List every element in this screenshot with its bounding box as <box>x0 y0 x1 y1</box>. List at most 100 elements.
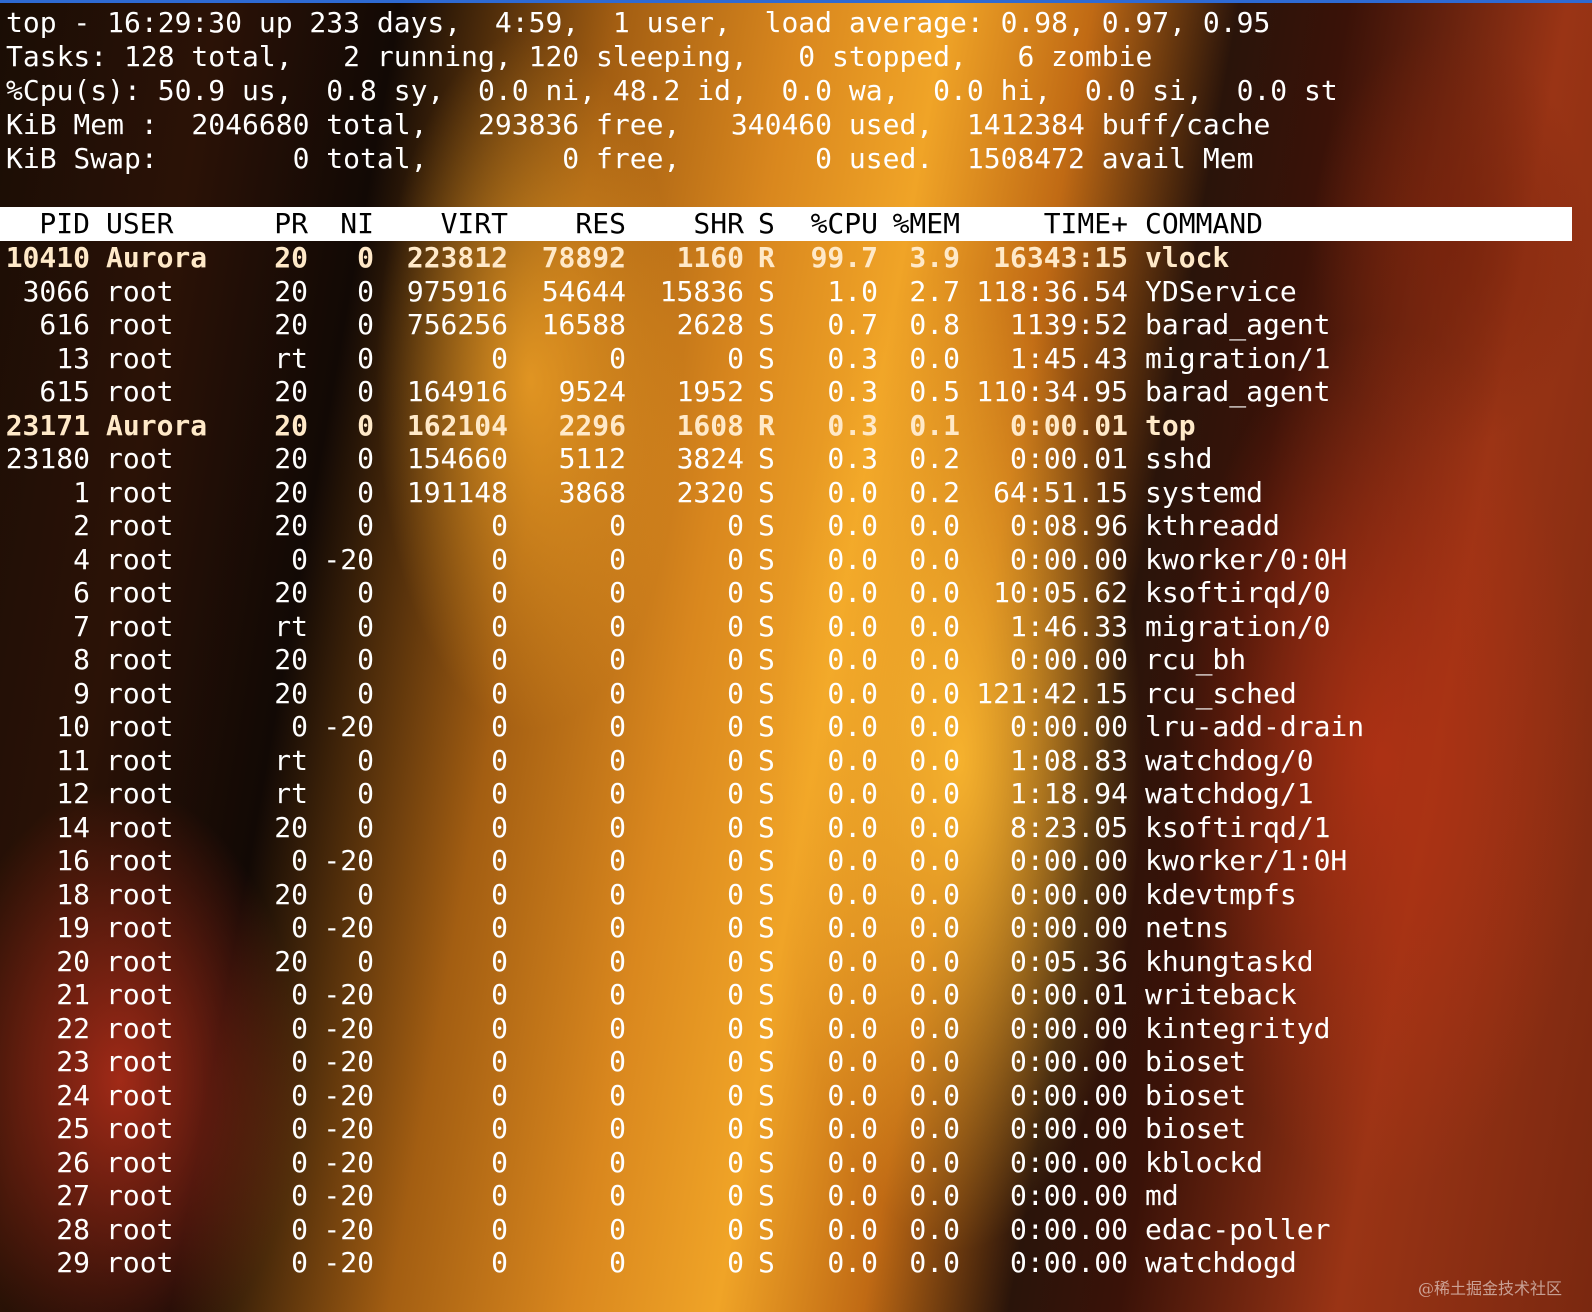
priority-cell: 20 <box>274 509 308 542</box>
virt-cell: 0 <box>491 1179 508 1212</box>
virt-cell: 223812 <box>406 241 508 274</box>
process-row: 20 root 20 0 0 0 0 S 0.0 0.0 0:05.36 khungtaskd <box>0 945 1572 979</box>
mem-cell: 0.0 <box>909 1179 960 1212</box>
shr-cell: 0 <box>727 777 744 810</box>
res-cell: 0 <box>609 844 626 877</box>
user-cell: root <box>106 777 174 810</box>
shr-cell: 0 <box>727 576 744 609</box>
user-cell: root <box>106 877 174 911</box>
command-cell: kworker/0:0H <box>1145 542 1348 576</box>
virt-cell: 0 <box>491 944 508 978</box>
nice-cell: 0 <box>357 643 374 676</box>
shr-cell: 1952 <box>676 375 744 408</box>
command-cell: kworker/1:0H <box>1145 844 1348 877</box>
priority-cell: 20 <box>274 576 308 609</box>
nice-cell: 0 <box>357 375 374 408</box>
nice-cell: 0 <box>357 609 374 643</box>
priority-cell: 0 <box>291 1011 308 1045</box>
mem-cell: 2.7 <box>909 274 960 308</box>
process-row: 16 root 0 -20 0 0 0 S 0.0 0.0 0:00.00 kworker/1:0H <box>0 844 1572 878</box>
terminal-window[interactable]: top - 16:29:30 up 233 days, 4:59, 1 user… <box>0 0 1592 1312</box>
priority-cell: rt <box>274 777 308 810</box>
command-cell: migration/0 <box>1145 609 1331 643</box>
process-row: 10 root 0 -20 0 0 0 S 0.0 0.0 0:00.00 lru-add-drain <box>0 710 1572 744</box>
user-cell: root <box>106 810 174 844</box>
mem-cell: 0.0 <box>909 509 960 542</box>
state-cell: S <box>758 341 775 375</box>
command-cell: kblockd <box>1145 1145 1264 1179</box>
res-cell: 0 <box>609 810 626 844</box>
shr-cell: 0 <box>727 676 744 710</box>
nice-cell: 0 <box>357 777 374 810</box>
nice-cell: 0 <box>357 442 374 475</box>
shr-cell: 0 <box>727 1246 744 1279</box>
priority-cell: 0 <box>291 1212 308 1246</box>
user-cell: root <box>106 844 174 877</box>
pid-cell: 28 <box>56 1212 90 1246</box>
virt-cell: 0 <box>491 643 508 676</box>
priority-cell: 20 <box>274 676 308 710</box>
user-cell: root <box>106 475 174 509</box>
command-cell: bioset <box>1145 1078 1247 1112</box>
nice-cell: 0 <box>357 676 374 710</box>
virt-cell: 0 <box>491 676 508 710</box>
cpu-cell: 0.0 <box>827 978 878 1011</box>
cpu-cell: 0.0 <box>827 944 878 978</box>
priority-cell: 0 <box>291 911 308 944</box>
res-cell: 0 <box>609 576 626 609</box>
mem-cell: 0.0 <box>909 341 960 375</box>
user-cell: root <box>106 1011 174 1045</box>
res-cell: 0 <box>609 1011 626 1045</box>
mem-cell: 0.0 <box>909 844 960 877</box>
pid-cell: 23 <box>56 1045 90 1078</box>
process-table-header: PID USER PR NI VIRT RES SHR S %CPU %MEM … <box>0 207 1572 241</box>
pid-cell: 29 <box>56 1246 90 1279</box>
state-cell: S <box>758 911 775 944</box>
user-cell: root <box>106 643 174 676</box>
process-row: 1 root 20 0 191148 3868 2320 S 0.0 0.2 64:51.15 sys… <box>0 476 1572 510</box>
pid-cell: 23180 <box>5 442 90 475</box>
res-cell: 0 <box>609 1246 626 1279</box>
mem-cell: 0.0 <box>909 1045 960 1078</box>
priority-cell: 0 <box>291 1078 308 1112</box>
virt-cell: 162104 <box>406 408 508 442</box>
pid-cell: 25 <box>56 1112 90 1145</box>
pid-cell: 12 <box>56 777 90 810</box>
res-cell: 0 <box>609 542 626 576</box>
virt-cell: 0 <box>491 978 508 1011</box>
res-cell: 0 <box>609 944 626 978</box>
state-cell: S <box>758 877 775 911</box>
user-cell: Aurora <box>106 241 208 274</box>
res-cell: 0 <box>609 1078 626 1112</box>
command-cell: khungtaskd <box>1145 944 1314 978</box>
nice-cell: -20 <box>323 844 374 877</box>
virt-cell: 0 <box>491 1011 508 1045</box>
time-cell: 121:42.15 <box>976 676 1128 710</box>
pid-cell: 11 <box>56 743 90 777</box>
shr-cell: 0 <box>727 944 744 978</box>
process-row: 19 root 0 -20 0 0 0 S 0.0 0.0 0:00.00 netns <box>0 911 1572 945</box>
nice-cell: 0 <box>357 810 374 844</box>
nice-cell: -20 <box>323 1011 374 1045</box>
cpu-cell: 0.7 <box>827 308 878 341</box>
user-cell: root <box>106 710 174 743</box>
state-cell: S <box>758 1212 775 1246</box>
cpu-cell: 0.0 <box>827 609 878 643</box>
time-cell: 8:23.05 <box>1009 810 1128 844</box>
nice-cell: 0 <box>357 743 374 777</box>
virt-cell: 164916 <box>406 375 508 408</box>
priority-cell: 0 <box>291 542 308 576</box>
process-row: 8 root 20 0 0 0 0 S 0.0 0.0 0:00.00 rcu_bh <box>0 643 1572 677</box>
nice-cell: -20 <box>323 1145 374 1179</box>
res-cell: 0 <box>609 978 626 1011</box>
state-cell: S <box>758 308 775 341</box>
command-cell: kintegrityd <box>1145 1011 1331 1045</box>
shr-cell: 0 <box>727 1112 744 1145</box>
pid-cell: 18 <box>56 877 90 911</box>
res-cell: 0 <box>609 777 626 810</box>
cpu-cell: 0.0 <box>827 1045 878 1078</box>
state-cell: S <box>758 978 775 1011</box>
time-cell: 110:34.95 <box>976 375 1128 408</box>
process-row: 13 root rt 0 0 0 0 S 0.3 0.0 1:45.43 migration/1 <box>0 342 1572 376</box>
shr-cell: 0 <box>727 710 744 743</box>
